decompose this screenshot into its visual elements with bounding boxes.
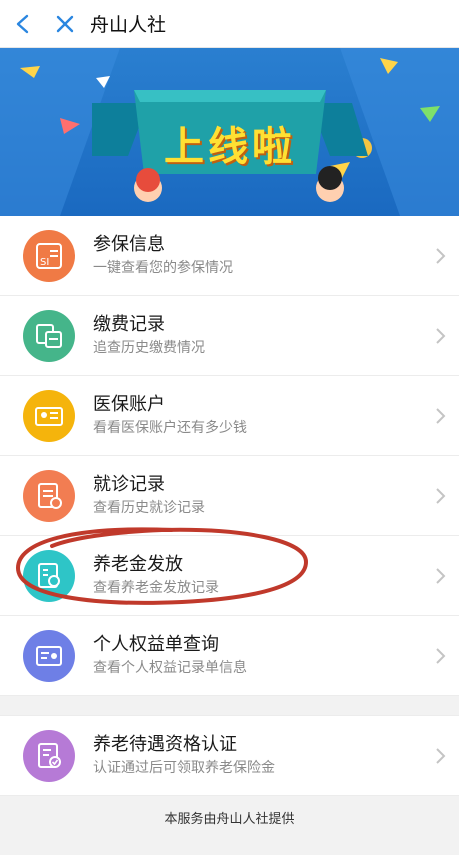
menu-item-medical-account[interactable]: 医保账户 看看医保账户还有多少钱: [0, 376, 459, 456]
chevron-right-icon: [423, 376, 459, 456]
service-menu: SI 参保信息 一键查看您的参保情况 缴费记录 追查历史缴费情况 医保账户 看看…: [0, 216, 459, 796]
menu-item-subtitle: 查看养老金发放记录: [93, 579, 219, 596]
menu-item-qualification-cert[interactable]: 养老待遇资格认证 认证通过后可领取养老保险金: [0, 716, 459, 796]
chevron-right-icon: [423, 216, 459, 296]
chevron-right-icon: [423, 296, 459, 376]
chevron-right-icon: [423, 456, 459, 536]
pension-payment-icon: [23, 549, 75, 602]
top-bar: 舟山人社: [0, 0, 459, 48]
menu-item-pension-payment[interactable]: 养老金发放 查看养老金发放记录: [0, 536, 459, 616]
banner-text: 上线啦: [164, 124, 296, 170]
medical-account-icon: [23, 389, 75, 442]
payment-record-icon: [23, 309, 75, 362]
footer-note: 本服务由舟山人社提供: [164, 812, 295, 827]
back-button[interactable]: [0, 0, 46, 48]
menu-item-payment-record[interactable]: 缴费记录 追查历史缴费情况: [0, 296, 459, 376]
menu-item-insurance-info[interactable]: SI 参保信息 一键查看您的参保情况: [0, 216, 459, 296]
menu-item-subtitle: 追查历史缴费情况: [93, 339, 205, 356]
rights-query-icon: [23, 629, 75, 682]
visit-record-icon: [23, 469, 75, 522]
menu-item-visit-record[interactable]: 就诊记录 查看历史就诊记录: [0, 456, 459, 536]
chevron-left-icon: [16, 14, 29, 33]
menu-item-title: 养老金发放: [93, 553, 183, 575]
qualification-cert-icon: [23, 729, 75, 782]
chevron-right-icon: [423, 616, 459, 696]
close-button[interactable]: [42, 0, 88, 48]
insurance-info-icon: SI: [23, 229, 75, 282]
page-title: 舟山人社: [90, 14, 167, 36]
menu-item-subtitle: 查看历史就诊记录: [93, 499, 205, 516]
menu-item-subtitle: 查看个人权益记录单信息: [93, 659, 247, 676]
chevron-right-icon: [423, 536, 459, 616]
svg-text:SI: SI: [40, 257, 49, 268]
menu-item-rights-query[interactable]: 个人权益单查询 查看个人权益记录单信息: [0, 616, 459, 696]
close-icon: [56, 15, 74, 32]
menu-item-title: 医保账户: [93, 393, 165, 415]
menu-item-title: 个人权益单查询: [93, 633, 219, 655]
menu-item-title: 缴费记录: [93, 313, 165, 335]
menu-item-subtitle: 看看医保账户还有多少钱: [93, 419, 247, 436]
launch-banner[interactable]: 上线啦: [0, 48, 459, 216]
chevron-right-icon: [423, 716, 459, 796]
menu-item-subtitle: 一键查看您的参保情况: [93, 259, 233, 276]
menu-item-subtitle: 认证通过后可领取养老保险金: [93, 759, 275, 776]
menu-item-title: 参保信息: [93, 233, 165, 255]
menu-item-title: 养老待遇资格认证: [93, 733, 237, 755]
menu-item-title: 就诊记录: [93, 473, 165, 495]
section-divider: [0, 696, 459, 716]
